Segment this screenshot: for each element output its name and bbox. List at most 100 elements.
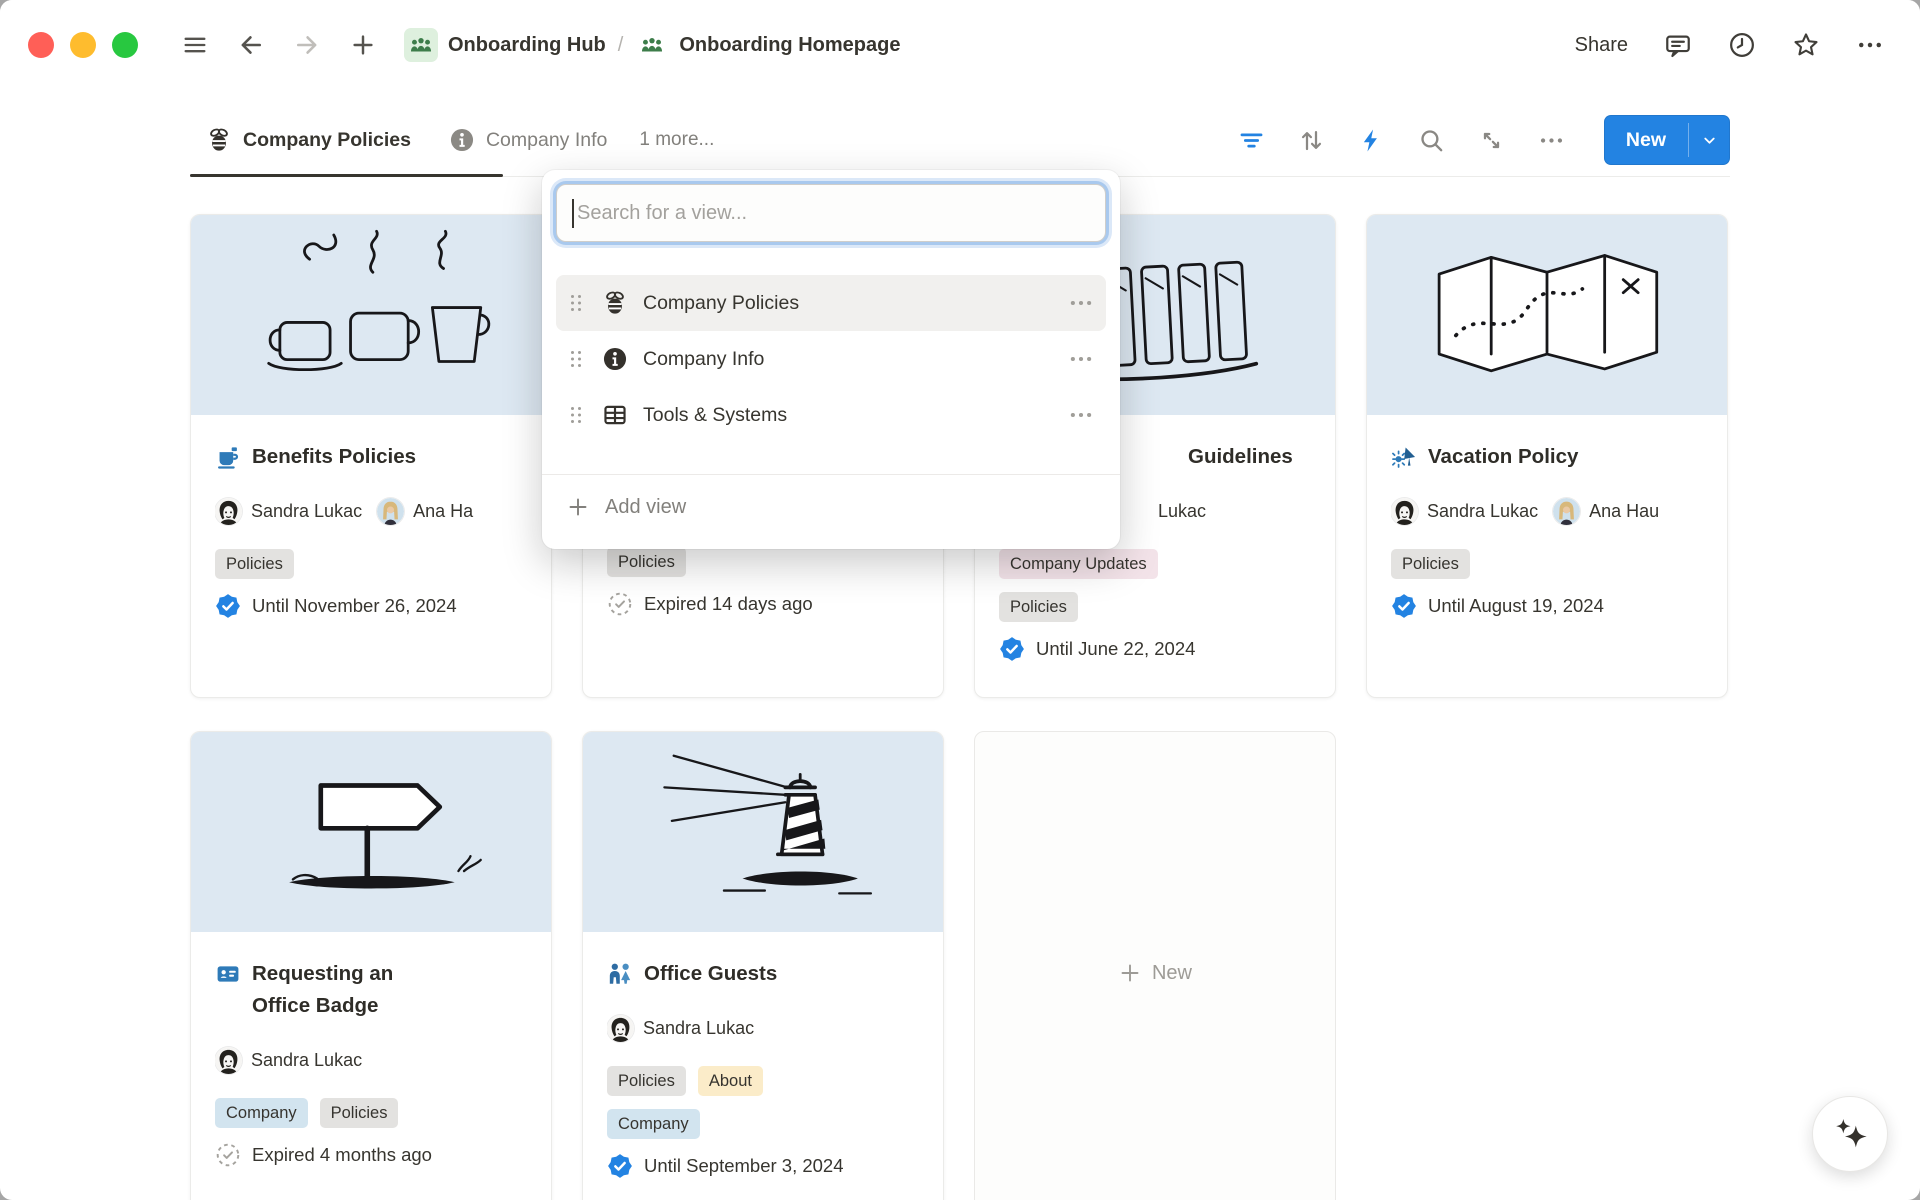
card-cover xyxy=(191,215,551,415)
view-switcher-dropdown: Company Policies Company Info Tools & Sy… xyxy=(542,170,1120,549)
drag-handle-icon[interactable] xyxy=(564,347,588,371)
search-button[interactable] xyxy=(1418,127,1445,154)
expand-button[interactable] xyxy=(1478,127,1505,154)
card-office-guests[interactable]: Office Guests Sandra Lukac Policies Abou… xyxy=(582,731,944,1200)
card-people: Sandra Lukac xyxy=(607,1014,943,1044)
person-name: Ana Hau xyxy=(1589,501,1659,522)
tab-label: Company Policies xyxy=(243,129,411,152)
card-tags: Policies xyxy=(999,592,1311,622)
card-status: Expired 14 days ago xyxy=(607,590,919,618)
verified-badge-icon xyxy=(1391,593,1417,619)
card-vacation-policy[interactable]: Vacation Policy Sandra Lukac Ana Hau Pol… xyxy=(1366,214,1728,698)
tag: Policies xyxy=(999,592,1078,622)
person-name: Sandra Lukac xyxy=(643,1018,754,1039)
table-icon xyxy=(602,402,628,428)
favorite-button[interactable] xyxy=(1792,31,1820,59)
avatar xyxy=(1553,498,1580,525)
minimize-button[interactable] xyxy=(70,32,96,58)
tab-label: Company Info xyxy=(486,129,607,152)
ellipsis-icon xyxy=(1068,402,1094,428)
view-item-company-policies[interactable]: Company Policies xyxy=(556,275,1106,331)
new-card-button[interactable]: New xyxy=(974,731,1336,1200)
ellipsis-icon xyxy=(1068,290,1094,316)
card-status: Expired 4 months ago xyxy=(215,1141,527,1169)
card-benefits-policies[interactable]: Benefits Policies Sandra Lukac Ana Ha Po… xyxy=(190,214,552,698)
ellipsis-icon xyxy=(1538,127,1565,154)
filter-icon xyxy=(1238,127,1265,154)
signpost-sketch xyxy=(221,739,521,925)
zoom-button[interactable] xyxy=(112,32,138,58)
breadcrumb-separator: / xyxy=(616,34,626,57)
view-item-options-button[interactable] xyxy=(1068,346,1094,372)
view-toolbar: Company Policies Company Info 1 more... … xyxy=(190,110,1730,170)
view-search-input[interactable] xyxy=(557,185,1105,241)
view-options-button[interactable] xyxy=(1538,127,1565,154)
drag-handle-icon[interactable] xyxy=(564,291,588,315)
bee-icon xyxy=(602,290,628,316)
comments-button[interactable] xyxy=(1664,31,1692,59)
card-status: Until September 3, 2024 xyxy=(607,1152,919,1180)
more-views-button[interactable]: 1 more... xyxy=(639,129,714,151)
mug-icon xyxy=(215,444,241,470)
tab-company-info[interactable]: Company Info xyxy=(449,127,607,153)
lightning-icon xyxy=(1358,127,1385,154)
person-name: Sandra Lukac xyxy=(1427,501,1538,522)
breadcrumb-item-onboarding-homepage[interactable]: Onboarding Homepage xyxy=(679,34,900,57)
lighthouse-sketch xyxy=(613,739,913,925)
ai-assistant-button[interactable] xyxy=(1812,1096,1888,1172)
forward-icon xyxy=(293,31,321,59)
expand-icon xyxy=(1478,127,1505,154)
info-icon xyxy=(602,346,628,372)
filter-button[interactable] xyxy=(1238,127,1265,154)
card-status: Until June 22, 2024 xyxy=(999,635,1311,663)
bee-icon xyxy=(206,127,232,153)
card-requesting-office-badge[interactable]: Requesting an Office Badge Sandra Lukac … xyxy=(190,731,552,1200)
history-button[interactable] xyxy=(1728,31,1756,59)
plus-icon xyxy=(1118,961,1142,985)
two-people-icon xyxy=(607,961,633,987)
view-item-company-info[interactable]: Company Info xyxy=(556,331,1106,387)
add-view-button[interactable]: Add view xyxy=(556,475,1106,539)
view-search xyxy=(556,184,1106,242)
card-cover xyxy=(583,732,943,932)
verified-badge-icon xyxy=(215,593,241,619)
verified-badge-icon xyxy=(607,1153,633,1179)
card-tags: Company Updates xyxy=(999,549,1311,579)
card-title: Requesting an Office Badge xyxy=(215,958,527,1022)
new-page-button[interactable] xyxy=(348,30,378,60)
view-item-options-button[interactable] xyxy=(1068,402,1094,428)
hamburger-icon xyxy=(181,31,209,59)
new-button-dropdown[interactable] xyxy=(1689,115,1730,165)
card-title: Office Guests xyxy=(607,958,919,990)
card-status: Until August 19, 2024 xyxy=(1391,592,1703,620)
person-name: Ana Ha xyxy=(413,501,473,522)
share-button[interactable]: Share xyxy=(1575,34,1628,57)
text-caret xyxy=(572,199,574,228)
back-icon xyxy=(237,31,265,59)
card-tags: Company Policies xyxy=(215,1098,527,1128)
search-icon xyxy=(1418,127,1445,154)
close-button[interactable] xyxy=(28,32,54,58)
comment-icon xyxy=(1664,31,1692,59)
active-tab-underline xyxy=(190,174,503,177)
view-item-tools-systems[interactable]: Tools & Systems xyxy=(556,387,1106,443)
more-options-button[interactable] xyxy=(1856,31,1884,59)
forward-button[interactable] xyxy=(292,30,322,60)
sort-button[interactable] xyxy=(1298,127,1325,154)
page-icon xyxy=(635,28,669,62)
back-button[interactable] xyxy=(236,30,266,60)
new-button-group: New xyxy=(1604,115,1730,165)
tab-company-policies[interactable]: Company Policies xyxy=(206,127,411,153)
new-button[interactable]: New xyxy=(1604,115,1688,165)
breadcrumb-item-onboarding-hub[interactable]: Onboarding Hub xyxy=(448,34,606,57)
tag: Policies xyxy=(1391,549,1470,579)
card-title: Vacation Policy xyxy=(1391,441,1703,473)
tag: Company xyxy=(607,1109,700,1139)
card-people: Sandra Lukac xyxy=(215,1046,551,1076)
drag-handle-icon[interactable] xyxy=(564,403,588,427)
view-item-options-button[interactable] xyxy=(1068,290,1094,316)
sidebar-menu-button[interactable] xyxy=(180,30,210,60)
automations-button[interactable] xyxy=(1358,127,1385,154)
ellipsis-icon xyxy=(1856,31,1884,59)
sun-umbrella-icon xyxy=(1391,444,1417,470)
